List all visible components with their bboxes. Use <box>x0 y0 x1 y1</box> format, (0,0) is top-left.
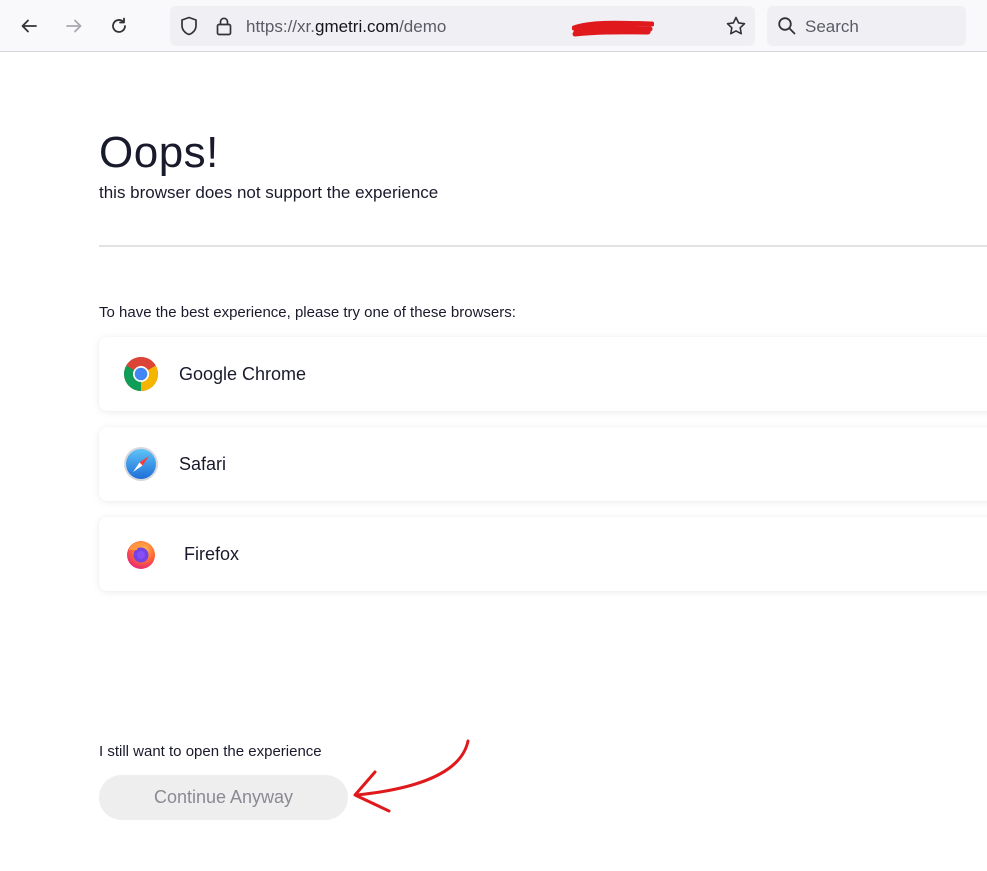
page-subtitle: this browser does not support the experi… <box>99 183 439 202</box>
browser-toolbar: https://xr.gmetri.com/demo Search <box>0 0 987 52</box>
chrome-logo-icon <box>124 357 158 391</box>
url-suffix: /demo <box>399 17 447 36</box>
annotation-arrow-icon <box>353 739 470 813</box>
shield-icon[interactable] <box>178 15 200 37</box>
browser-name: Firefox <box>184 544 240 564</box>
continue-anyway-button[interactable]: Continue Anyway <box>99 775 348 820</box>
address-bar[interactable]: https://xr.gmetri.com/demo <box>170 6 755 46</box>
browser-option-safari[interactable]: Safari <box>99 427 987 501</box>
browser-prompt: To have the best experience, please try … <box>99 304 516 321</box>
redaction-scribble <box>572 20 654 37</box>
reload-button[interactable] <box>103 10 135 42</box>
search-icon <box>778 17 796 35</box>
browser-name: Google Chrome <box>179 364 307 384</box>
browser-name: Safari <box>179 454 227 474</box>
back-arrow-icon <box>21 19 37 33</box>
forward-button[interactable] <box>58 10 90 42</box>
back-button[interactable] <box>13 10 45 42</box>
url-text[interactable]: https://xr.gmetri.com/demo <box>246 17 446 37</box>
firefox-logo-icon <box>127 541 155 569</box>
reload-icon <box>112 17 126 33</box>
url-host: gmetri.com <box>314 17 400 36</box>
search-box[interactable]: Search <box>767 6 966 46</box>
safari-logo-icon <box>124 447 158 481</box>
browser-option-firefox[interactable]: Firefox <box>99 517 987 591</box>
page-title: Oops! <box>99 128 219 177</box>
bookmark-star-icon[interactable] <box>725 15 747 37</box>
still-want-text: I still want to open the experience <box>99 743 322 760</box>
forward-arrow-icon <box>66 19 82 33</box>
lock-icon[interactable] <box>213 15 235 37</box>
search-placeholder: Search <box>805 17 859 36</box>
divider <box>99 245 987 247</box>
url-prefix: https://xr. <box>246 17 315 36</box>
browser-option-chrome[interactable]: Google Chrome <box>99 337 987 411</box>
